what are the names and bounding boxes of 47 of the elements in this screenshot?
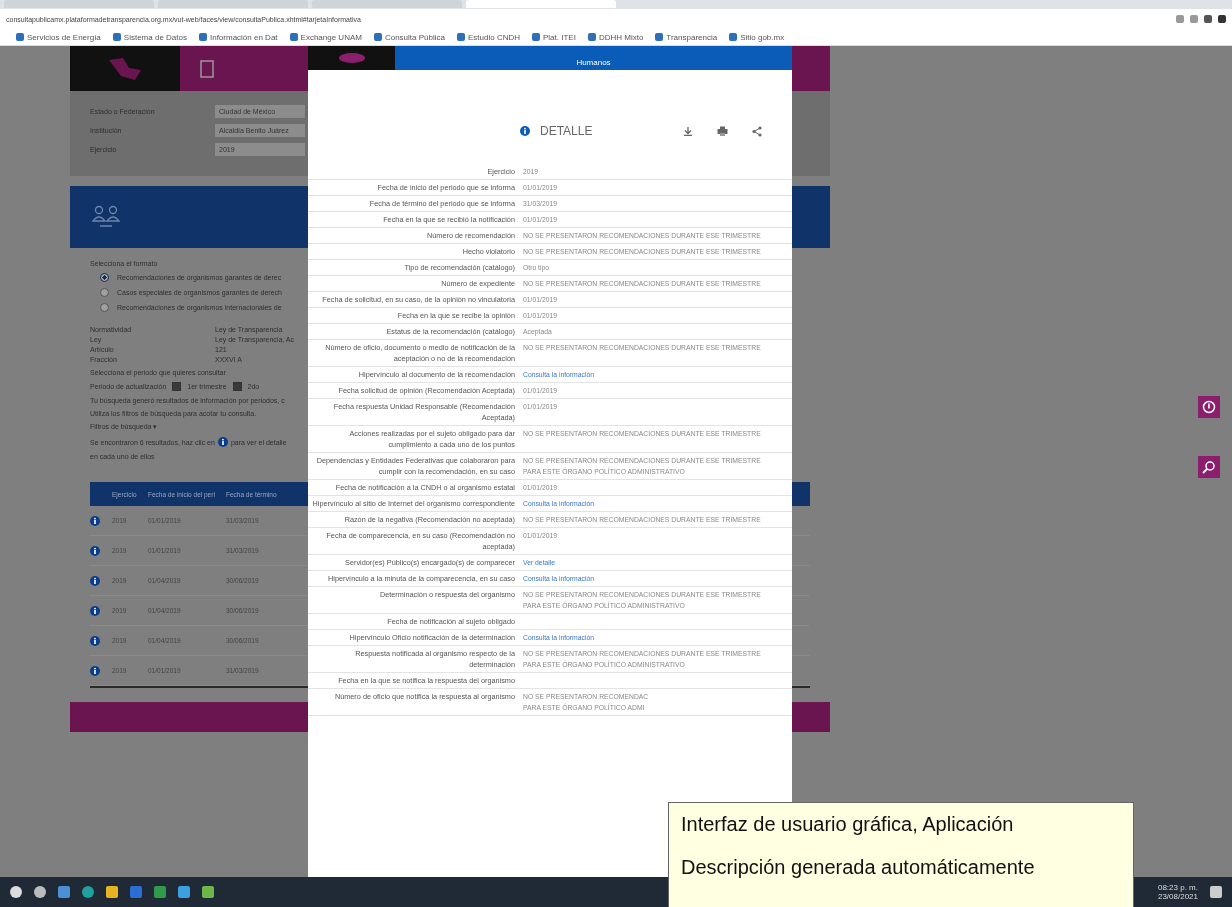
info-icon bbox=[90, 605, 100, 616]
notification-icon[interactable] bbox=[1210, 886, 1222, 898]
app-icon[interactable] bbox=[178, 886, 190, 898]
folder-icon[interactable] bbox=[106, 886, 118, 898]
people-icon bbox=[90, 204, 122, 230]
bookmark-link[interactable]: Información en Dat bbox=[198, 32, 278, 42]
bookmark-link[interactable]: Exchange UNAM bbox=[289, 32, 362, 42]
search-icon bbox=[1202, 460, 1216, 474]
checkbox[interactable] bbox=[232, 382, 242, 391]
start-icon[interactable] bbox=[10, 886, 22, 898]
banner-text: Humanos bbox=[576, 58, 611, 67]
info-icon bbox=[90, 545, 100, 556]
radio-button[interactable] bbox=[100, 303, 109, 312]
document-icon bbox=[200, 59, 214, 78]
info-icon bbox=[90, 515, 100, 526]
logo-icon bbox=[336, 52, 367, 64]
print-icon[interactable] bbox=[717, 126, 728, 136]
search-button[interactable] bbox=[1198, 456, 1220, 478]
tooltip-description: Descripción generada automáticamente bbox=[681, 856, 1036, 879]
bookmark-link[interactable]: Consulta Pública bbox=[373, 32, 445, 42]
power-icon bbox=[1202, 400, 1216, 414]
info-icon bbox=[90, 575, 100, 586]
radio-button[interactable] bbox=[100, 273, 109, 282]
bookmark-link[interactable]: Servicios de Energía bbox=[16, 32, 101, 42]
app-icon[interactable] bbox=[82, 886, 94, 898]
bookmark-link[interactable]: Sistema de Datos bbox=[112, 32, 187, 42]
search-icon[interactable] bbox=[34, 886, 46, 898]
info-icon bbox=[90, 635, 100, 646]
clock[interactable]: 08:23 p. m. 23/08/2021 bbox=[1157, 883, 1198, 901]
info-button[interactable] bbox=[1198, 396, 1220, 418]
checkbox[interactable] bbox=[172, 382, 182, 391]
radio-button[interactable] bbox=[100, 288, 109, 297]
info-icon bbox=[217, 437, 228, 447]
app-icon[interactable] bbox=[154, 886, 166, 898]
download-icon[interactable] bbox=[683, 126, 693, 136]
bookmark-link[interactable]: Transparencia bbox=[655, 32, 718, 42]
app-icon[interactable] bbox=[202, 886, 214, 898]
app-icon[interactable] bbox=[58, 886, 70, 898]
bookmark-link[interactable]: DDHH Mixto bbox=[587, 32, 644, 42]
dialog-title: DETALLE bbox=[540, 124, 594, 138]
bookmark-link[interactable]: Sitio gob.mx bbox=[729, 32, 785, 42]
app-icon[interactable] bbox=[130, 886, 142, 898]
bookmark-link[interactable]: Plat. ITEI bbox=[532, 32, 576, 42]
bookmark-link[interactable]: Estudio CNDH bbox=[456, 32, 520, 42]
info-icon bbox=[520, 126, 530, 136]
tooltip-title: Interfaz de usuario gráfica, Aplicación bbox=[681, 813, 1015, 836]
info-icon bbox=[90, 665, 100, 676]
